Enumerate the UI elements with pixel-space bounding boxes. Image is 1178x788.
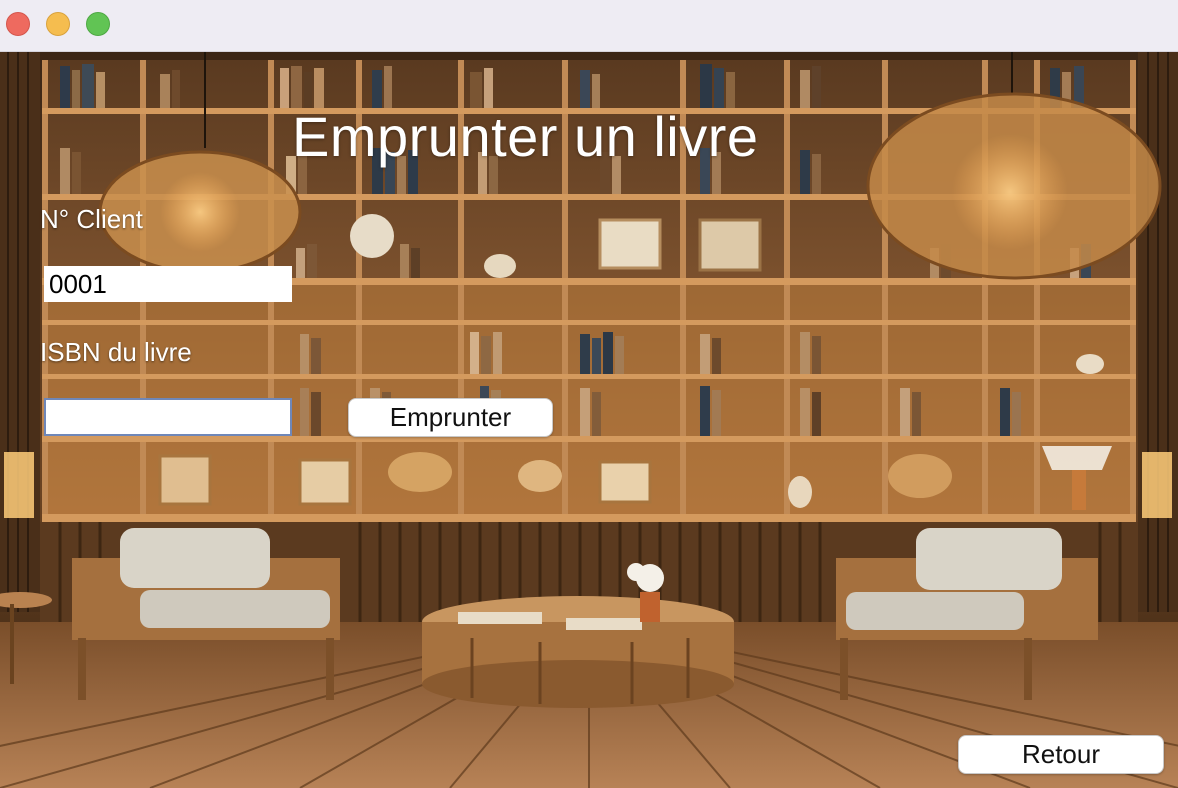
page-title: Emprunter un livre	[292, 105, 759, 168]
maximize-window-button[interactable]	[86, 12, 110, 36]
window-title-bar	[0, 0, 1178, 52]
isbn-label: ISBN du livre	[40, 337, 192, 367]
borrow-button[interactable]: Emprunter	[348, 398, 553, 437]
close-window-button[interactable]	[6, 12, 30, 36]
back-button[interactable]: Retour	[958, 735, 1164, 774]
client-number-field[interactable]	[44, 266, 292, 302]
client-number-label: N° Client	[40, 204, 143, 234]
minimize-window-button[interactable]	[46, 12, 70, 36]
isbn-field[interactable]	[44, 398, 292, 436]
